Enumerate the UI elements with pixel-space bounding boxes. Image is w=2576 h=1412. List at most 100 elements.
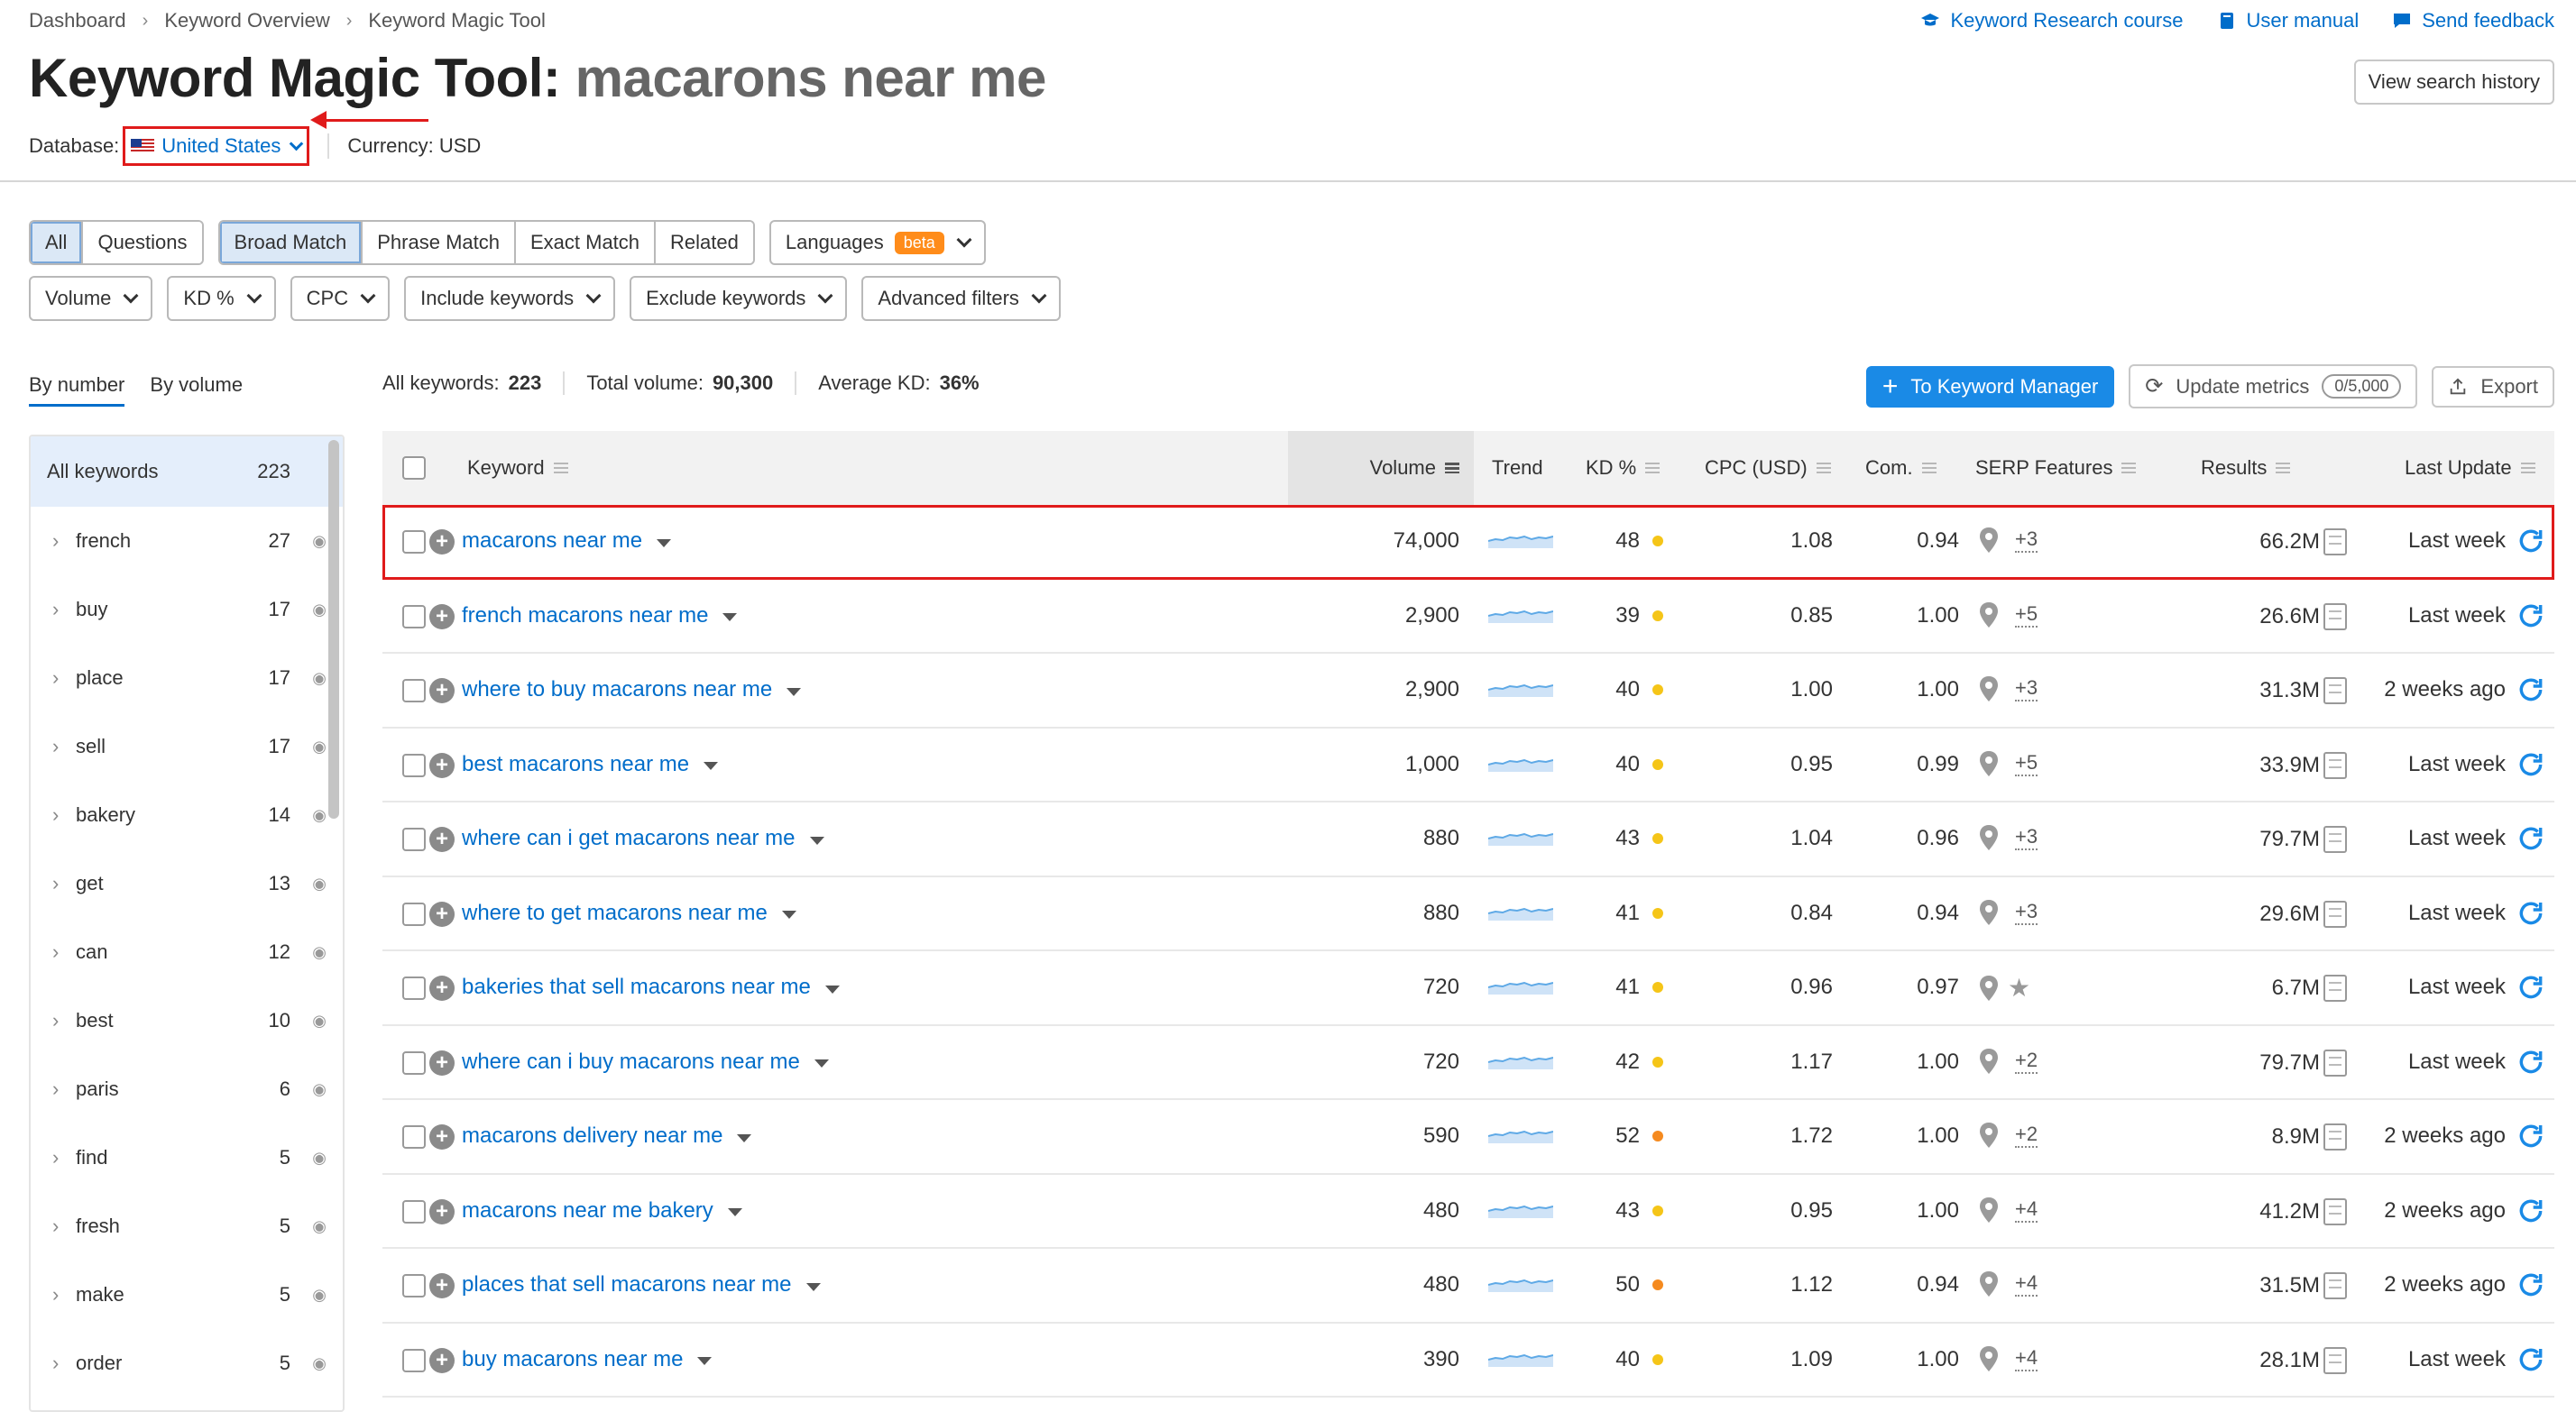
refresh-icon[interactable]: [2516, 824, 2545, 853]
add-keyword-button[interactable]: +: [429, 1124, 455, 1150]
caret-down-icon[interactable]: [805, 1282, 821, 1291]
sidebar-item-place[interactable]: › place 17 ◉: [31, 644, 343, 712]
eye-icon[interactable]: ◉: [290, 943, 327, 962]
refresh-icon[interactable]: [2516, 1270, 2545, 1299]
caret-down-icon[interactable]: [781, 911, 796, 919]
serp-document-icon[interactable]: [2323, 1197, 2347, 1225]
row-checkbox[interactable]: [402, 976, 426, 1000]
column-results[interactable]: Results: [2201, 456, 2291, 480]
keyword-link[interactable]: buy macarons near me: [462, 1347, 683, 1372]
row-checkbox[interactable]: [402, 604, 426, 628]
tab-all[interactable]: All: [31, 222, 84, 263]
refresh-icon[interactable]: [2516, 750, 2545, 779]
sidebar-item-order[interactable]: › order 5 ◉: [31, 1329, 343, 1398]
chevron-right-icon[interactable]: ›: [52, 872, 76, 895]
serp-features-more[interactable]: +2: [2015, 1123, 2038, 1148]
sidebar-item-all-keywords[interactable]: All keywords 223: [31, 436, 343, 507]
eye-icon[interactable]: ◉: [290, 532, 327, 551]
add-keyword-button[interactable]: +: [429, 529, 455, 555]
tab-by-volume[interactable]: By volume: [150, 373, 243, 407]
sidebar-item-buy[interactable]: › buy 17 ◉: [31, 575, 343, 644]
eye-icon[interactable]: ◉: [290, 669, 327, 688]
eye-icon[interactable]: ◉: [290, 1080, 327, 1099]
caret-down-icon[interactable]: [704, 762, 719, 770]
serp-features-more[interactable]: +2: [2015, 1049, 2038, 1074]
serp-features-more[interactable]: +3: [2015, 825, 2038, 850]
add-keyword-button[interactable]: +: [429, 1050, 455, 1076]
tab-related[interactable]: Related: [656, 222, 753, 263]
chevron-right-icon[interactable]: ›: [52, 666, 76, 690]
serp-features-more[interactable]: +3: [2015, 676, 2038, 701]
advanced-filters[interactable]: Advanced filters: [861, 276, 1061, 321]
export-button[interactable]: Export: [2432, 365, 2554, 408]
keyword-link[interactable]: bakeries that sell macarons near me: [462, 975, 811, 1000]
refresh-icon[interactable]: [2516, 1197, 2545, 1225]
caret-down-icon[interactable]: [809, 836, 824, 845]
column-serp-features[interactable]: SERP Features: [1975, 456, 2137, 480]
sidebar-item-find[interactable]: › find 5 ◉: [31, 1123, 343, 1192]
serp-features-more[interactable]: +4: [2015, 1346, 2038, 1371]
refresh-icon[interactable]: [2516, 675, 2545, 704]
keyword-link[interactable]: where can i buy macarons near me: [462, 1050, 800, 1075]
row-checkbox[interactable]: [402, 902, 426, 926]
keyword-link[interactable]: places that sell macarons near me: [462, 1272, 792, 1297]
serp-features-more[interactable]: +5: [2015, 751, 2038, 776]
refresh-icon[interactable]: [2516, 973, 2545, 1002]
chevron-right-icon[interactable]: ›: [52, 803, 76, 827]
caret-down-icon[interactable]: [722, 613, 738, 621]
caret-down-icon[interactable]: [824, 985, 840, 994]
row-checkbox[interactable]: [402, 828, 426, 851]
serp-document-icon[interactable]: [2323, 826, 2347, 853]
tab-by-number[interactable]: By number: [29, 373, 125, 407]
refresh-icon[interactable]: [2516, 1048, 2545, 1077]
add-keyword-button[interactable]: +: [429, 976, 455, 1001]
tab-phrase-match[interactable]: Phrase Match: [363, 222, 516, 263]
exclude-keywords-filter[interactable]: Exclude keywords: [630, 276, 848, 321]
refresh-icon[interactable]: [2516, 899, 2545, 928]
chevron-right-icon[interactable]: ›: [52, 598, 76, 621]
row-checkbox[interactable]: [402, 753, 426, 777]
keyword-link[interactable]: where to buy macarons near me: [462, 677, 772, 702]
row-checkbox[interactable]: [402, 679, 426, 702]
serp-document-icon[interactable]: [2323, 677, 2347, 704]
keyword-link[interactable]: macarons delivery near me: [462, 1123, 722, 1149]
serp-document-icon[interactable]: [2323, 900, 2347, 928]
column-volume[interactable]: Volume: [1288, 456, 1459, 480]
database-select[interactable]: United States: [123, 126, 310, 166]
caret-down-icon[interactable]: [787, 687, 802, 696]
chevron-right-icon[interactable]: ›: [52, 1009, 76, 1032]
caret-down-icon[interactable]: [727, 1208, 742, 1216]
refresh-icon[interactable]: [2516, 1122, 2545, 1151]
serp-document-icon[interactable]: [2323, 751, 2347, 779]
add-keyword-button[interactable]: +: [429, 678, 455, 703]
serp-document-icon[interactable]: [2323, 1049, 2347, 1077]
serp-document-icon[interactable]: [2323, 1346, 2347, 1374]
refresh-icon[interactable]: [2516, 601, 2545, 630]
sidebar-item-can[interactable]: › can 12 ◉: [31, 918, 343, 986]
update-metrics-button[interactable]: ⟳ Update metrics 0/5,000: [2129, 364, 2418, 408]
chevron-right-icon[interactable]: ›: [52, 1283, 76, 1307]
chevron-right-icon[interactable]: ›: [52, 1146, 76, 1169]
keyword-link[interactable]: macarons near me: [462, 528, 642, 554]
caret-down-icon[interactable]: [737, 1133, 752, 1142]
tab-questions[interactable]: Questions: [83, 222, 202, 263]
eye-icon[interactable]: ◉: [290, 806, 327, 825]
serp-document-icon[interactable]: [2323, 1272, 2347, 1299]
chevron-right-icon[interactable]: ›: [52, 735, 76, 758]
row-checkbox[interactable]: [402, 1125, 426, 1149]
tab-exact-match[interactable]: Exact Match: [515, 222, 657, 263]
breadcrumb-dashboard[interactable]: Dashboard: [29, 9, 126, 32]
eye-icon[interactable]: ◉: [290, 601, 327, 619]
eye-icon[interactable]: ◉: [290, 875, 327, 894]
column-cpc[interactable]: CPC (USD): [1705, 456, 1831, 480]
column-last-update[interactable]: Last Update: [2405, 456, 2535, 480]
add-keyword-button[interactable]: +: [429, 752, 455, 778]
kd-filter[interactable]: KD %: [167, 276, 276, 321]
sidebar-item-paris[interactable]: › paris 6 ◉: [31, 1055, 343, 1123]
column-kd[interactable]: KD %: [1586, 456, 1661, 480]
caret-down-icon[interactable]: [657, 538, 672, 547]
add-keyword-button[interactable]: +: [429, 1198, 455, 1224]
eye-icon[interactable]: ◉: [290, 1149, 327, 1168]
eye-icon[interactable]: ◉: [290, 1012, 327, 1031]
keyword-link[interactable]: macarons near me bakery: [462, 1198, 713, 1224]
